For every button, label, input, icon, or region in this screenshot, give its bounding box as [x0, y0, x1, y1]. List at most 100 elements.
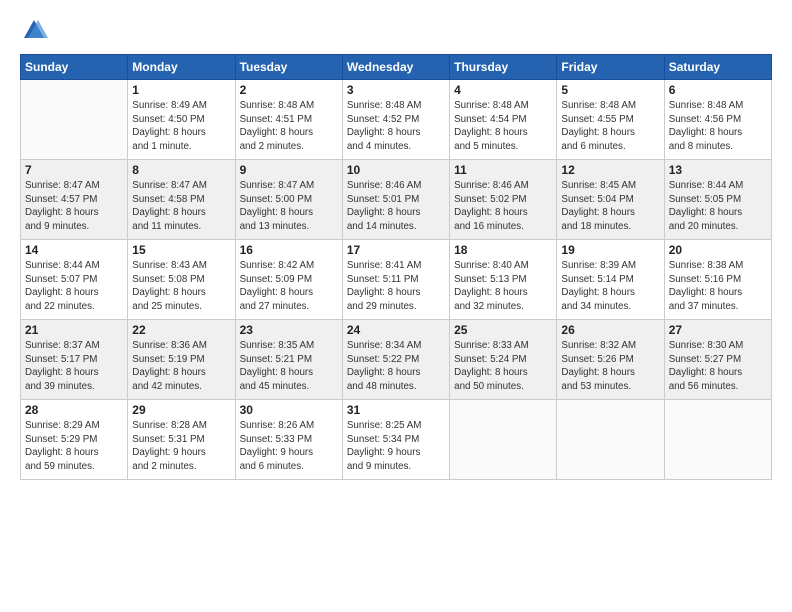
calendar-cell: 23 Sunrise: 8:35 AM Sunset: 5:21 PM Dayli…	[235, 320, 342, 400]
day-detail: Sunrise: 8:26 AM Sunset: 5:33 PM Dayligh…	[240, 419, 338, 474]
day-number: 17	[347, 243, 445, 257]
day-detail: Sunrise: 8:48 AM Sunset: 4:52 PM Dayligh…	[347, 99, 445, 154]
calendar-cell: 4Sunrise: 8:48 AM Sunset: 4:54 PM Daylig…	[450, 80, 557, 160]
calendar-cell: 13 Sunrise: 8:44 AM Sunset: 5:05 PM Dayli…	[664, 160, 771, 240]
day-number: 25	[454, 323, 552, 337]
day-detail: Sunrise: 8:42 AM Sunset: 5:09 PM Dayligh…	[240, 259, 338, 314]
calendar-cell: 14 Sunrise: 8:44 AM Sunset: 5:07 PM Dayli…	[21, 240, 128, 320]
calendar-header-friday: Friday	[557, 55, 664, 80]
day-detail: Sunrise: 8:34 AM Sunset: 5:22 PM Dayligh…	[347, 339, 445, 394]
day-number: 31	[347, 403, 445, 417]
day-detail: Sunrise: 8:43 AM Sunset: 5:08 PM Dayligh…	[132, 259, 230, 314]
day-number: 19	[561, 243, 659, 257]
calendar-cell	[557, 400, 664, 480]
day-number: 14	[25, 243, 123, 257]
day-number: 22	[132, 323, 230, 337]
calendar-cell: 22 Sunrise: 8:36 AM Sunset: 5:19 PM Dayli…	[128, 320, 235, 400]
day-number: 7	[25, 163, 123, 177]
day-detail: Sunrise: 8:32 AM Sunset: 5:26 PM Dayligh…	[561, 339, 659, 394]
day-number: 13	[669, 163, 767, 177]
day-number: 5	[561, 83, 659, 97]
day-detail: Sunrise: 8:28 AM Sunset: 5:31 PM Dayligh…	[132, 419, 230, 474]
day-detail: Sunrise: 8:33 AM Sunset: 5:24 PM Dayligh…	[454, 339, 552, 394]
header	[20, 16, 772, 44]
day-number: 8	[132, 163, 230, 177]
calendar-cell: 19 Sunrise: 8:39 AM Sunset: 5:14 PM Dayli…	[557, 240, 664, 320]
day-number: 29	[132, 403, 230, 417]
day-detail: Sunrise: 8:47 AM Sunset: 4:58 PM Dayligh…	[132, 179, 230, 234]
day-detail: Sunrise: 8:44 AM Sunset: 5:07 PM Dayligh…	[25, 259, 123, 314]
calendar-cell: 18 Sunrise: 8:40 AM Sunset: 5:13 PM Dayli…	[450, 240, 557, 320]
logo-icon	[20, 16, 48, 44]
calendar-cell: 24 Sunrise: 8:34 AM Sunset: 5:22 PM Dayli…	[342, 320, 449, 400]
day-detail: Sunrise: 8:40 AM Sunset: 5:13 PM Dayligh…	[454, 259, 552, 314]
day-number: 9	[240, 163, 338, 177]
calendar-cell	[664, 400, 771, 480]
day-number: 21	[25, 323, 123, 337]
day-detail: Sunrise: 8:39 AM Sunset: 5:14 PM Dayligh…	[561, 259, 659, 314]
day-number: 23	[240, 323, 338, 337]
day-detail: Sunrise: 8:35 AM Sunset: 5:21 PM Dayligh…	[240, 339, 338, 394]
day-detail: Sunrise: 8:48 AM Sunset: 4:56 PM Dayligh…	[669, 99, 767, 154]
day-number: 3	[347, 83, 445, 97]
day-detail: Sunrise: 8:47 AM Sunset: 4:57 PM Dayligh…	[25, 179, 123, 234]
calendar-header-thursday: Thursday	[450, 55, 557, 80]
day-detail: Sunrise: 8:48 AM Sunset: 4:51 PM Dayligh…	[240, 99, 338, 154]
calendar-cell: 1 Sunrise: 8:49 AM Sunset: 4:50 PM Daylig…	[128, 80, 235, 160]
day-number: 16	[240, 243, 338, 257]
calendar-cell: 6 Sunrise: 8:48 AM Sunset: 4:56 PM Daylig…	[664, 80, 771, 160]
day-number: 30	[240, 403, 338, 417]
day-number: 12	[561, 163, 659, 177]
calendar-week-row: 7 Sunrise: 8:47 AM Sunset: 4:57 PM Daylig…	[21, 160, 772, 240]
day-detail: Sunrise: 8:47 AM Sunset: 5:00 PM Dayligh…	[240, 179, 338, 234]
day-number: 6	[669, 83, 767, 97]
calendar-cell: 27 Sunrise: 8:30 AM Sunset: 5:27 PM Dayli…	[664, 320, 771, 400]
day-number: 24	[347, 323, 445, 337]
day-number: 2	[240, 83, 338, 97]
calendar-header-wednesday: Wednesday	[342, 55, 449, 80]
calendar-week-row: 28 Sunrise: 8:29 AM Sunset: 5:29 PM Dayli…	[21, 400, 772, 480]
calendar-week-row: 14 Sunrise: 8:44 AM Sunset: 5:07 PM Dayli…	[21, 240, 772, 320]
calendar-cell: 25 Sunrise: 8:33 AM Sunset: 5:24 PM Dayli…	[450, 320, 557, 400]
calendar-cell: 9 Sunrise: 8:47 AM Sunset: 5:00 PM Daylig…	[235, 160, 342, 240]
calendar-cell: 16 Sunrise: 8:42 AM Sunset: 5:09 PM Dayli…	[235, 240, 342, 320]
calendar-header-monday: Monday	[128, 55, 235, 80]
calendar-week-row: 1 Sunrise: 8:49 AM Sunset: 4:50 PM Daylig…	[21, 80, 772, 160]
day-detail: Sunrise: 8:29 AM Sunset: 5:29 PM Dayligh…	[25, 419, 123, 474]
day-number: 10	[347, 163, 445, 177]
calendar-cell: 10Sunrise: 8:46 AM Sunset: 5:01 PM Dayli…	[342, 160, 449, 240]
day-detail: Sunrise: 8:44 AM Sunset: 5:05 PM Dayligh…	[669, 179, 767, 234]
calendar-cell: 30 Sunrise: 8:26 AM Sunset: 5:33 PM Dayli…	[235, 400, 342, 480]
calendar-header-row: SundayMondayTuesdayWednesdayThursdayFrid…	[21, 55, 772, 80]
page: SundayMondayTuesdayWednesdayThursdayFrid…	[0, 0, 792, 612]
day-detail: Sunrise: 8:37 AM Sunset: 5:17 PM Dayligh…	[25, 339, 123, 394]
calendar-cell: 2 Sunrise: 8:48 AM Sunset: 4:51 PM Daylig…	[235, 80, 342, 160]
calendar-cell: 11Sunrise: 8:46 AM Sunset: 5:02 PM Dayli…	[450, 160, 557, 240]
calendar-header-tuesday: Tuesday	[235, 55, 342, 80]
calendar-cell: 8 Sunrise: 8:47 AM Sunset: 4:58 PM Daylig…	[128, 160, 235, 240]
day-detail: Sunrise: 8:30 AM Sunset: 5:27 PM Dayligh…	[669, 339, 767, 394]
day-detail: Sunrise: 8:48 AM Sunset: 4:54 PM Dayligh…	[454, 99, 552, 154]
calendar-cell: 21 Sunrise: 8:37 AM Sunset: 5:17 PM Dayli…	[21, 320, 128, 400]
calendar-cell: 20Sunrise: 8:38 AM Sunset: 5:16 PM Dayli…	[664, 240, 771, 320]
day-number: 1	[132, 83, 230, 97]
day-number: 18	[454, 243, 552, 257]
day-number: 28	[25, 403, 123, 417]
calendar-week-row: 21 Sunrise: 8:37 AM Sunset: 5:17 PM Dayli…	[21, 320, 772, 400]
calendar-cell: 5 Sunrise: 8:48 AM Sunset: 4:55 PM Daylig…	[557, 80, 664, 160]
calendar-cell	[21, 80, 128, 160]
day-detail: Sunrise: 8:38 AM Sunset: 5:16 PM Dayligh…	[669, 259, 767, 314]
calendar-cell: 17Sunrise: 8:41 AM Sunset: 5:11 PM Dayli…	[342, 240, 449, 320]
day-detail: Sunrise: 8:48 AM Sunset: 4:55 PM Dayligh…	[561, 99, 659, 154]
day-number: 27	[669, 323, 767, 337]
calendar-cell: 31Sunrise: 8:25 AM Sunset: 5:34 PM Dayli…	[342, 400, 449, 480]
calendar-cell: 26Sunrise: 8:32 AM Sunset: 5:26 PM Dayli…	[557, 320, 664, 400]
calendar-header-saturday: Saturday	[664, 55, 771, 80]
day-detail: Sunrise: 8:49 AM Sunset: 4:50 PM Dayligh…	[132, 99, 230, 154]
calendar-cell: 12 Sunrise: 8:45 AM Sunset: 5:04 PM Dayli…	[557, 160, 664, 240]
calendar-cell: 29 Sunrise: 8:28 AM Sunset: 5:31 PM Dayli…	[128, 400, 235, 480]
calendar-table: SundayMondayTuesdayWednesdayThursdayFrid…	[20, 54, 772, 480]
day-detail: Sunrise: 8:36 AM Sunset: 5:19 PM Dayligh…	[132, 339, 230, 394]
day-detail: Sunrise: 8:45 AM Sunset: 5:04 PM Dayligh…	[561, 179, 659, 234]
calendar-cell: 15Sunrise: 8:43 AM Sunset: 5:08 PM Dayli…	[128, 240, 235, 320]
